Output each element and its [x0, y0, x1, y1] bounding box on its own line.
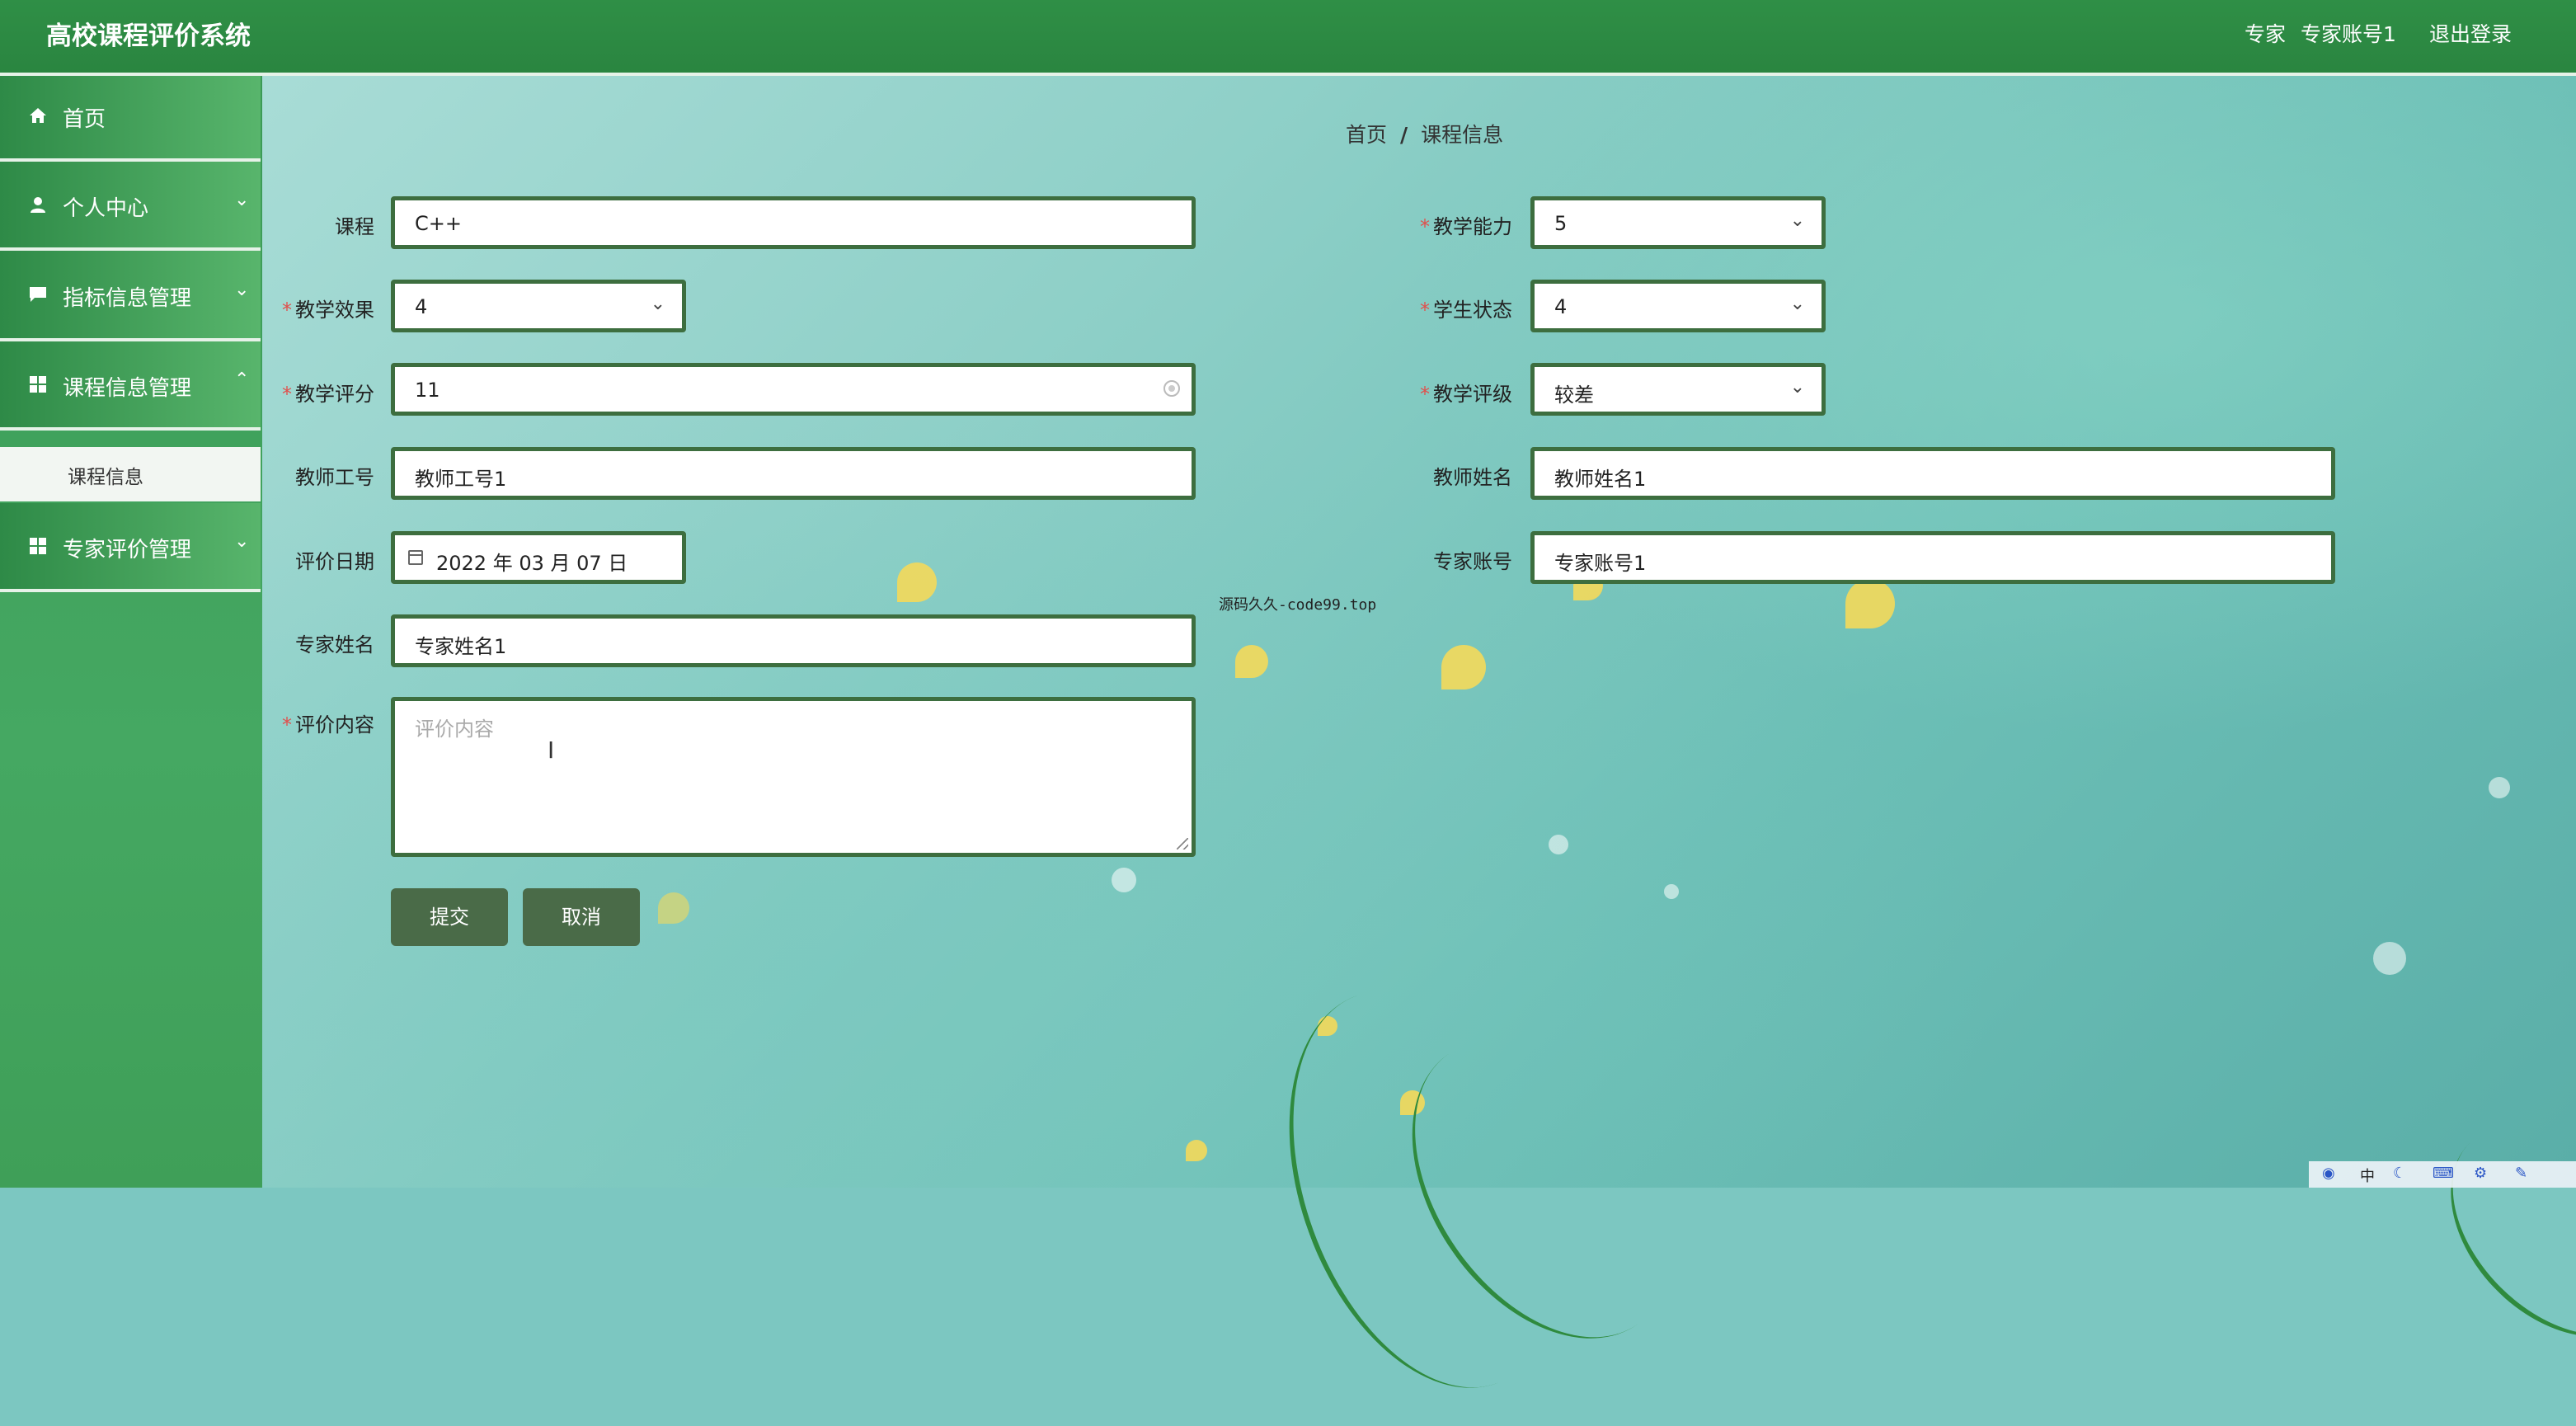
cancel-button[interactable]: 取消 — [523, 888, 640, 946]
resize-handle[interactable] — [1177, 838, 1188, 849]
sidebar-subitem-label: 课程信息 — [68, 467, 143, 488]
chevron-down-icon: ⌄ — [1789, 294, 1805, 314]
eval-date-label: 评价日期 — [295, 550, 374, 573]
breadcrumb-current: 课程信息 — [1421, 123, 1504, 147]
chevron-down-icon: ⌄ — [650, 294, 665, 314]
expert-account-input[interactable]: 专家账号1 — [1530, 531, 2335, 584]
bokeh-dot — [2489, 777, 2510, 798]
sidebar-item-home[interactable]: 首页 — [0, 76, 261, 162]
sidebar-item-personal-center[interactable]: 个人中心 ⌄ — [0, 162, 261, 251]
course-label: 课程 — [335, 215, 374, 238]
sidebar-item-indicator-management[interactable]: 指标信息管理 ⌄ — [0, 251, 261, 341]
bokeh-dot — [1549, 835, 1568, 854]
grid-icon — [30, 376, 46, 393]
course-field[interactable]: C++ — [391, 196, 1196, 249]
expert-name-label: 专家姓名 — [295, 633, 374, 657]
teaching-ability-label: * 教学能力 — [1420, 215, 1512, 238]
breadcrumb: 首页 / 课程信息 — [1346, 119, 1503, 148]
grid-icon — [30, 538, 46, 554]
eval-content-placeholder: 评价内容 — [415, 718, 494, 741]
bokeh-dot — [2373, 942, 2406, 975]
submit-button[interactable]: 提交 — [391, 888, 508, 946]
sidebar-item-label: 首页 — [63, 107, 106, 132]
teaching-ability-value: 5 — [1554, 212, 1568, 235]
settings-icon[interactable]: ⚙ — [2474, 1165, 2487, 1182]
teaching-ability-select[interactable]: 5 ⌄ — [1530, 196, 1826, 249]
logout-link[interactable]: 退出登录 — [2429, 18, 2512, 48]
source-note: 源码久久-code99.top — [1219, 596, 1377, 614]
user-name: 专家账号1 — [2301, 22, 2396, 46]
wrench-icon[interactable]: ✎ — [2515, 1165, 2527, 1182]
course-value: C++ — [415, 212, 462, 235]
sidebar-item-course-management[interactable]: 课程信息管理 ⌃ — [0, 341, 261, 431]
chevron-down-icon: ⌄ — [234, 280, 250, 300]
flower-decoration — [1186, 1140, 1207, 1161]
flower-decoration — [658, 892, 689, 924]
teaching-effect-label: * 教学效果 — [282, 299, 374, 322]
teacher-name-label: 教师姓名 — [1433, 466, 1512, 489]
sidebar-item-label: 指标信息管理 — [63, 286, 192, 311]
eval-content-textarea[interactable]: 评价内容 — [391, 697, 1196, 857]
bokeh-dot — [1664, 884, 1679, 899]
teaching-grade-value: 较差 — [1554, 384, 1594, 407]
teaching-score-label: * 教学评分 — [282, 383, 374, 406]
user-role: 专家 — [2245, 22, 2287, 46]
sidebar-item-expert-evaluation[interactable]: 专家评价管理 ⌄ — [0, 503, 261, 592]
breadcrumb-separator: / — [1400, 123, 1408, 147]
teacher-name-value: 教师姓名1 — [1554, 468, 1647, 491]
flower-decoration — [1845, 579, 1895, 628]
eval-date-picker[interactable]: 2022 年 03 月 07 日 — [391, 531, 686, 584]
moon-icon[interactable]: ☾ — [2393, 1165, 2406, 1182]
breadcrumb-home[interactable]: 首页 — [1346, 123, 1387, 147]
system-tray: ◉ 中 ☾ ⌨ ⚙ ✎ — [2309, 1161, 2576, 1188]
flower-decoration — [897, 562, 937, 602]
top-header: 高校课程评价系统 专家 专家账号1 退出登录 — [0, 0, 2576, 76]
teaching-score-value: 11 — [415, 379, 440, 402]
teacher-name-input[interactable]: 教师姓名1 — [1530, 447, 2335, 500]
teaching-grade-label: * 教学评级 — [1420, 383, 1512, 406]
message-icon — [30, 287, 46, 302]
grass-stem — [2409, 1083, 2576, 1378]
teacher-id-label: 教师工号 — [295, 466, 374, 489]
chevron-up-icon: ⌃ — [234, 369, 250, 390]
teaching-effect-value: 4 — [415, 295, 428, 318]
ime-indicator[interactable]: 中 — [2360, 1165, 2375, 1186]
sidebar-subitem-course-info[interactable]: 课程信息 — [0, 447, 261, 501]
student-state-select[interactable]: 4 ⌄ — [1530, 280, 1826, 332]
teacher-id-input[interactable]: 教师工号1 — [391, 447, 1196, 500]
expert-name-input[interactable]: 专家姓名1 — [391, 614, 1196, 667]
clear-icon[interactable] — [1163, 380, 1180, 397]
teaching-grade-select[interactable]: 较差 ⌄ — [1530, 363, 1826, 416]
flower-decoration — [1235, 645, 1268, 678]
student-state-label: * 学生状态 — [1420, 299, 1512, 322]
eval-content-label: * 评价内容 — [282, 713, 374, 737]
student-state-value: 4 — [1554, 295, 1568, 318]
home-icon — [30, 108, 46, 123]
calendar-icon — [408, 550, 423, 565]
sidebar-item-label: 个人中心 — [63, 196, 149, 221]
chevron-down-icon: ⌄ — [234, 190, 250, 210]
search-icon[interactable]: ◉ — [2322, 1165, 2335, 1182]
sidebar: 首页 个人中心 ⌄ 指标信息管理 ⌄ 课程信息管理 ⌃ 课程信息 专家评价管理 … — [0, 76, 262, 1188]
sidebar-item-label: 专家评价管理 — [63, 538, 192, 562]
flower-decoration — [1441, 645, 1486, 689]
teacher-id-value: 教师工号1 — [415, 468, 507, 491]
sidebar-item-label: 课程信息管理 — [63, 376, 192, 401]
eval-date-value: 2022 年 03 月 07 日 — [436, 552, 628, 575]
teaching-score-input[interactable]: 11 — [391, 363, 1196, 416]
user-icon — [31, 197, 45, 213]
expert-account-label: 专家账号 — [1433, 550, 1512, 573]
chevron-down-icon: ⌄ — [1789, 377, 1805, 398]
text-cursor-icon: I — [548, 737, 555, 764]
app-title: 高校课程评价系统 — [46, 21, 251, 51]
chevron-down-icon: ⌄ — [1789, 210, 1805, 231]
keyboard-icon[interactable]: ⌨ — [2433, 1165, 2454, 1182]
expert-account-value: 专家账号1 — [1554, 552, 1647, 575]
bokeh-dot — [1112, 868, 1136, 892]
expert-name-value: 专家姓名1 — [415, 635, 507, 658]
teaching-effect-select[interactable]: 4 ⌄ — [391, 280, 686, 332]
chevron-down-icon: ⌄ — [234, 531, 250, 552]
